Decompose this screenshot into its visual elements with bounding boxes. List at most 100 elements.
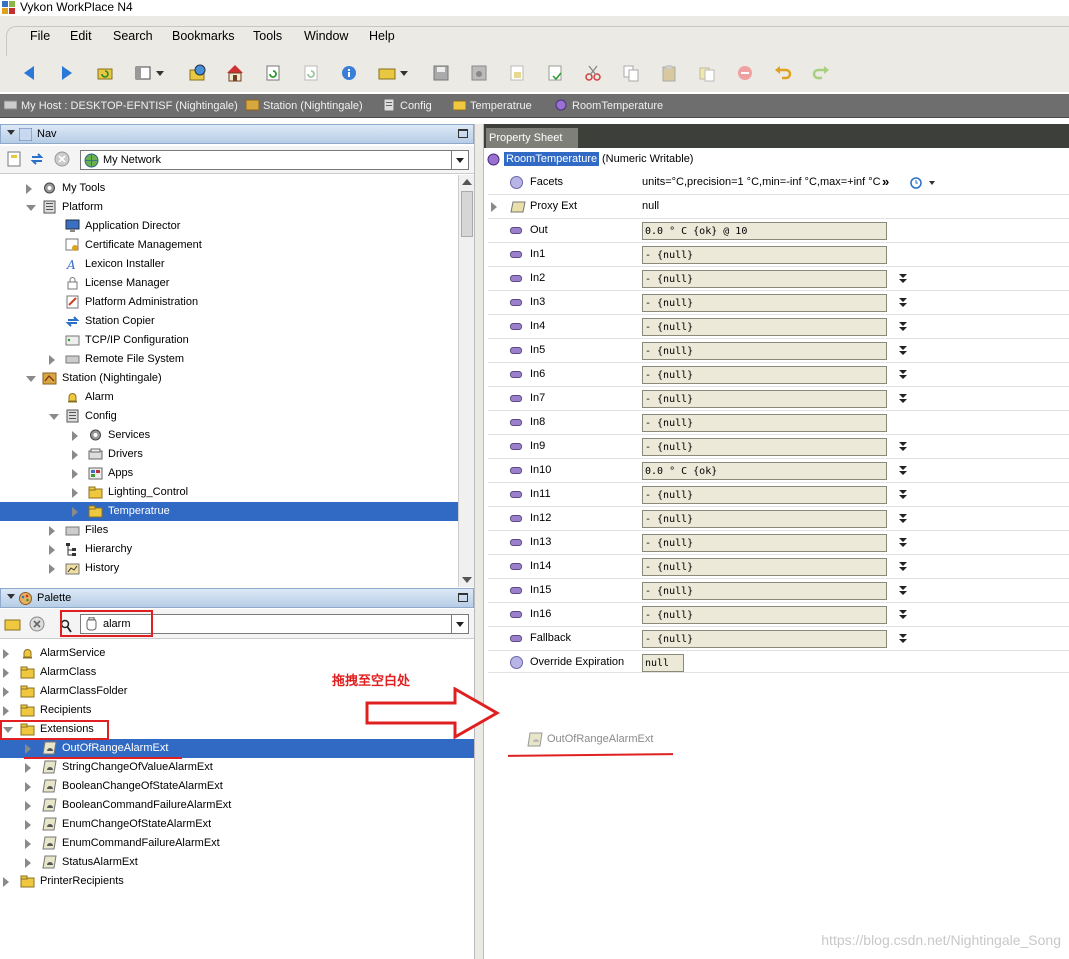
close-circle-icon[interactable]	[54, 151, 70, 167]
menu-search[interactable]: Search	[113, 28, 153, 44]
maximize-icon[interactable]	[458, 129, 468, 138]
facets-history-dropdown-icon[interactable]	[910, 176, 936, 190]
collapse-arrow-icon[interactable]	[7, 130, 15, 135]
expand-arrow-icon[interactable]	[49, 355, 55, 365]
expand-arrow-icon[interactable]	[72, 469, 78, 479]
nav-tree-item-drivers[interactable]: Drivers	[0, 445, 458, 464]
expand-arrow-icon[interactable]	[26, 184, 32, 194]
nav-tree-item-hierarchy[interactable]: Hierarchy	[0, 540, 458, 559]
facets-edit-icon[interactable]: »	[882, 174, 889, 189]
nav-tree-item-services[interactable]: Services	[0, 426, 458, 445]
open-folder-dropdown-icon[interactable]	[399, 64, 409, 82]
tab-property-sheet[interactable]: Property Sheet	[486, 128, 578, 148]
palette-search-dropdown[interactable]	[451, 615, 468, 633]
property-value[interactable]: - {null}	[642, 270, 887, 288]
slot-action-icon[interactable]	[898, 465, 908, 477]
slot-action-icon[interactable]	[898, 537, 908, 549]
palette-item-statusalarmext[interactable]: StatusAlarmExt	[0, 853, 474, 872]
copy-doc-icon[interactable]	[508, 64, 526, 82]
nav-tree-item-files[interactable]: Files	[0, 521, 458, 540]
refresh-icon[interactable]	[264, 64, 282, 82]
breadcrumb-config[interactable]: Config	[383, 99, 432, 113]
sidebar-icon[interactable]	[134, 64, 152, 82]
delete-icon[interactable]	[736, 64, 754, 82]
nav-tree-item-apps[interactable]: Apps	[0, 464, 458, 483]
property-value[interactable]: units=°C,precision=1 °C,min=-inf °C,max=…	[642, 176, 881, 188]
property-value[interactable]: - {null}	[642, 534, 887, 552]
network-combo[interactable]: My Network	[80, 150, 469, 170]
property-value[interactable]: null	[642, 654, 684, 672]
menu-help[interactable]: Help	[369, 28, 395, 44]
slot-action-icon[interactable]	[898, 441, 908, 453]
property-value[interactable]: - {null}	[642, 318, 887, 336]
maximize-icon[interactable]	[458, 593, 468, 602]
property-value[interactable]: 0.0 ° C {ok}	[642, 462, 887, 480]
slot-action-icon[interactable]	[898, 633, 908, 645]
save-icon[interactable]	[432, 64, 450, 82]
palette-item-printerrecipients[interactable]: PrinterRecipients	[0, 872, 474, 891]
expand-arrow-icon[interactable]	[72, 431, 78, 441]
dropped-alarm-ext[interactable]: OutOfRangeAlarmExt	[527, 731, 667, 749]
slot-action-icon[interactable]	[898, 321, 908, 333]
dropdown-icon[interactable]	[155, 64, 165, 82]
sync-arrows-icon[interactable]	[29, 151, 45, 167]
property-value[interactable]: - {null}	[642, 510, 887, 528]
expand-arrow-icon[interactable]	[25, 744, 31, 754]
expand-arrow-icon[interactable]	[25, 858, 31, 868]
expand-arrow-icon[interactable]	[49, 545, 55, 555]
palette-item-alarmservice[interactable]: AlarmService	[0, 644, 474, 663]
nav-tree-item-my-tools[interactable]: My Tools	[0, 179, 458, 198]
nav-tree-item-lexicon-installer[interactable]: A Lexicon Installer	[0, 255, 458, 274]
forward-arrow-icon[interactable]	[58, 64, 76, 82]
expand-arrow-icon[interactable]	[3, 687, 9, 697]
open-palette-icon[interactable]	[4, 616, 21, 632]
open-folder-icon[interactable]	[378, 64, 396, 82]
sync-icon[interactable]	[302, 64, 320, 82]
nav-tree-item-station-copier[interactable]: Station Copier	[0, 312, 458, 331]
back-arrow-icon[interactable]	[20, 64, 38, 82]
palette-item-booleanchangeofstatealarmext[interactable]: BooleanChangeOfStateAlarmExt	[0, 777, 474, 796]
pane-splitter[interactable]	[474, 124, 484, 959]
nav-tree-item-temperatrue[interactable]: Temperatrue	[0, 502, 458, 521]
refresh-folder-icon[interactable]	[96, 64, 114, 82]
expand-arrow-icon[interactable]	[3, 706, 9, 716]
slot-action-icon[interactable]	[898, 513, 908, 525]
property-value[interactable]: - {null}	[642, 294, 887, 312]
slot-action-icon[interactable]	[898, 369, 908, 381]
slot-action-icon[interactable]	[898, 393, 908, 405]
expand-arrow-icon[interactable]	[25, 801, 31, 811]
nav-tree-item-lighting-control[interactable]: Lighting_Control	[0, 483, 458, 502]
new-bookmark-icon[interactable]	[6, 151, 22, 167]
undo-icon[interactable]	[774, 64, 792, 82]
expand-arrow-icon[interactable]	[49, 526, 55, 536]
property-value[interactable]: - {null}	[642, 558, 887, 576]
breadcrumb-roomtemperature[interactable]: RoomTemperature	[555, 99, 663, 113]
scroll-down-icon[interactable]	[462, 577, 472, 583]
property-value[interactable]: - {null}	[642, 486, 887, 504]
palette-item-stringchangeofvaluealarmext[interactable]: StringChangeOfValueAlarmExt	[0, 758, 474, 777]
nav-tree-item-remote-file-system[interactable]: Remote File System	[0, 350, 458, 369]
nav-tree-item-platform-administration[interactable]: Platform Administration	[0, 293, 458, 312]
copy-icon[interactable]	[622, 64, 640, 82]
palette-item-enumchangeofstatealarmext[interactable]: EnumChangeOfStateAlarmExt	[0, 815, 474, 834]
network-combo-dropdown[interactable]	[451, 151, 468, 169]
redo-icon[interactable]	[812, 64, 830, 82]
property-value[interactable]: - {null}	[642, 414, 887, 432]
home-icon[interactable]	[226, 64, 244, 82]
scroll-thumb[interactable]	[461, 191, 473, 237]
slot-action-icon[interactable]	[898, 345, 908, 357]
property-value[interactable]: - {null}	[642, 390, 887, 408]
menu-window[interactable]: Window	[304, 28, 348, 44]
history-icon[interactable]	[188, 64, 206, 82]
expand-arrow-icon[interactable]	[25, 820, 31, 830]
expand-arrow-icon[interactable]	[25, 763, 31, 773]
nav-tree-item-certificate-management[interactable]: Certificate Management	[0, 236, 458, 255]
property-value[interactable]: - {null}	[642, 342, 887, 360]
nav-tree-item-history[interactable]: History	[0, 559, 458, 578]
expand-arrow-icon[interactable]	[72, 488, 78, 498]
info-icon[interactable]	[340, 64, 358, 82]
slot-action-icon[interactable]	[898, 297, 908, 309]
collapse-arrow-icon[interactable]	[26, 376, 36, 382]
menu-bookmarks[interactable]: Bookmarks	[172, 28, 235, 44]
expand-arrow-icon[interactable]	[72, 450, 78, 460]
